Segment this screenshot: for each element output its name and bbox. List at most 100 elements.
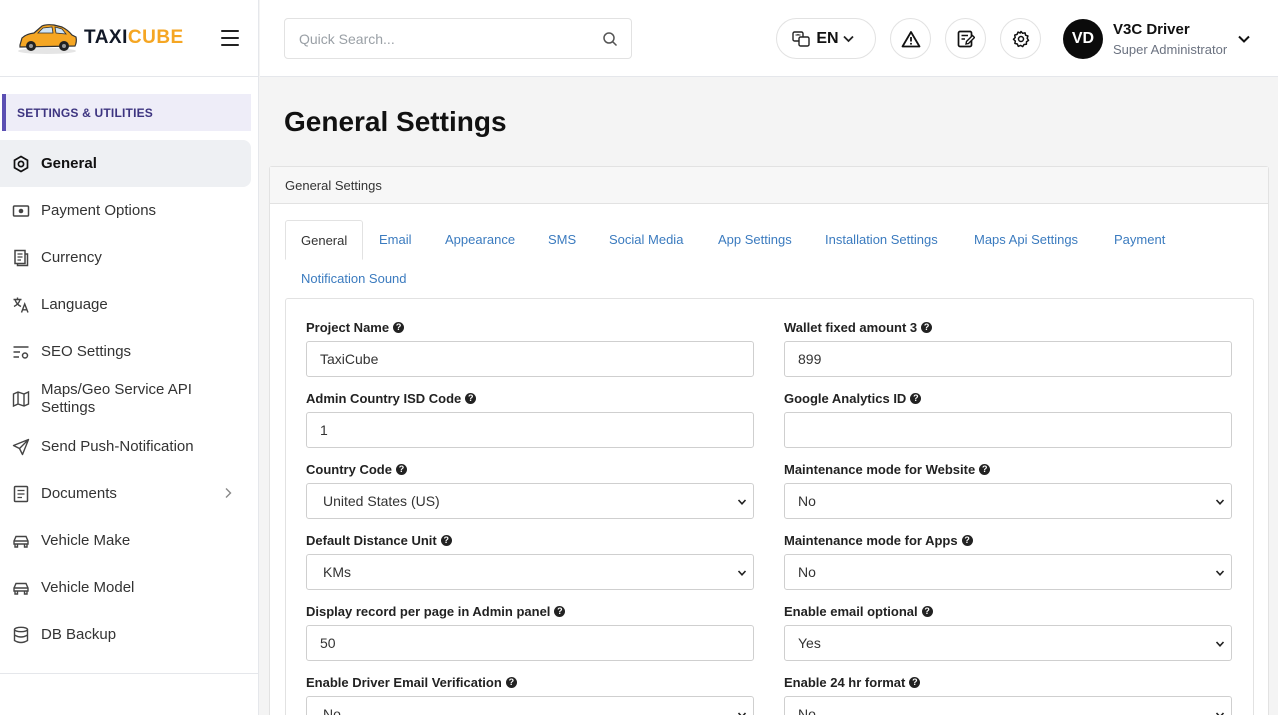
wallet-amount-input[interactable]: 899: [784, 341, 1232, 377]
help-icon[interactable]: ?: [910, 392, 922, 404]
database-icon: [13, 626, 29, 643]
tab-app-settings[interactable]: App Settings: [718, 232, 792, 247]
brand-part-2: CUBE: [127, 27, 184, 48]
field-driver-email-verification: Enable Driver Email Verification? No: [306, 674, 754, 715]
avatar[interactable]: VD: [1063, 19, 1103, 59]
sidebar-item-vehicle-model[interactable]: Vehicle Model: [0, 564, 251, 611]
translate-icon: [792, 30, 811, 47]
edit-note-icon: [957, 30, 975, 47]
chevron-down-icon: [842, 35, 854, 42]
help-icon[interactable]: ?: [909, 676, 921, 688]
sidebar-item-label: Vehicle Model: [41, 578, 135, 596]
help-icon[interactable]: ?: [465, 392, 477, 404]
sidebar: TAXICUBE SETTINGS & UTILITIES General Pa…: [0, 0, 259, 715]
car-icon: [13, 535, 29, 548]
tab-sms[interactable]: SMS: [548, 232, 576, 247]
quick-search: [284, 18, 632, 59]
sidebar-item-maps-geo-api[interactable]: Maps/Geo Service API Settings: [0, 375, 251, 423]
sidebar-item-general[interactable]: General: [0, 140, 251, 187]
tab-notification-sound[interactable]: Notification Sound: [301, 271, 407, 286]
sidebar-item-label: General: [41, 154, 97, 172]
records-per-page-input[interactable]: 50: [306, 625, 754, 661]
translate-icon: [13, 297, 29, 313]
project-name-input[interactable]: TaxiCube: [306, 341, 754, 377]
field-project-name: Project Name? TaxiCube: [306, 319, 754, 377]
google-analytics-input[interactable]: [784, 412, 1232, 448]
tab-appearance[interactable]: Appearance: [445, 232, 515, 247]
select-value: No: [798, 493, 816, 509]
select-value: No: [323, 706, 341, 715]
help-icon[interactable]: ?: [505, 676, 517, 688]
help-icon[interactable]: ?: [961, 534, 973, 546]
field-maintenance-website: Maintenance mode for Website? No: [784, 461, 1232, 519]
help-icon[interactable]: ?: [395, 463, 407, 475]
sidebar-menu: General Payment Options Currency Languag…: [0, 140, 258, 658]
help-icon[interactable]: ?: [921, 605, 933, 617]
sidebar-item-db-backup[interactable]: DB Backup: [0, 611, 251, 658]
sidebar-item-documents[interactable]: Documents: [0, 470, 251, 517]
field-label-text: Enable Driver Email Verification: [306, 674, 502, 690]
maintenance-apps-select[interactable]: No: [784, 554, 1232, 590]
help-icon[interactable]: ?: [921, 321, 933, 333]
top-header: EN VD V3C Driver Super Administrator: [260, 0, 1278, 77]
field-label-text: Country Code: [306, 461, 392, 477]
tab-installation-settings[interactable]: Installation Settings: [825, 232, 938, 247]
select-value: United States (US): [323, 493, 440, 509]
user-role: Super Administrator: [1113, 42, 1228, 57]
notes-button[interactable]: [945, 18, 986, 59]
tab-social-media[interactable]: Social Media: [609, 232, 683, 247]
sidebar-item-seo-settings[interactable]: SEO Settings: [0, 328, 251, 375]
sidebar-item-label: Language: [41, 295, 108, 313]
alerts-button[interactable]: [890, 18, 931, 59]
field-country-code: Country Code? United States (US): [306, 461, 754, 519]
chevron-down-icon: [737, 570, 747, 576]
chevron-right-icon: [225, 488, 232, 498]
help-icon[interactable]: ?: [554, 605, 566, 617]
sidebar-item-label: Send Push-Notification: [41, 437, 194, 455]
sidebar-item-currency[interactable]: Currency: [0, 234, 251, 281]
country-code-select[interactable]: United States (US): [306, 483, 754, 519]
field-label: Country Code?: [306, 461, 754, 477]
menu-toggle-icon[interactable]: [221, 30, 239, 46]
receipt-icon: [14, 249, 29, 266]
field-label: Enable 24 hr format?: [784, 674, 1232, 690]
sidebar-item-payment-options[interactable]: Payment Options: [0, 187, 251, 234]
sidebar-item-vehicle-make[interactable]: Vehicle Make: [0, 517, 251, 564]
language-selector-button[interactable]: EN: [776, 18, 876, 59]
search-icon[interactable]: [602, 31, 618, 47]
user-name[interactable]: V3C Driver: [1113, 21, 1190, 38]
help-icon[interactable]: ?: [979, 463, 991, 475]
driver-email-verification-select[interactable]: No: [306, 696, 754, 715]
field-default-distance-unit: Default Distance Unit? KMs: [306, 532, 754, 590]
email-optional-select[interactable]: Yes: [784, 625, 1232, 661]
tab-maps-api-settings[interactable]: Maps Api Settings: [974, 232, 1078, 247]
sidebar-item-label: Maps/Geo Service API Settings: [41, 381, 192, 416]
sidebar-item-send-push-notification[interactable]: Send Push-Notification: [0, 423, 251, 470]
brand-part-1: TAXI: [84, 27, 128, 48]
search-input[interactable]: [285, 19, 585, 58]
field-label: Maintenance mode for Website?: [784, 461, 1232, 477]
chevron-down-icon[interactable]: [1237, 33, 1251, 45]
help-icon[interactable]: ?: [440, 534, 452, 546]
distance-unit-select[interactable]: KMs: [306, 554, 754, 590]
maintenance-website-select[interactable]: No: [784, 483, 1232, 519]
tab-general[interactable]: General: [285, 220, 364, 260]
settings-button[interactable]: [1000, 18, 1041, 59]
sidebar-item-language[interactable]: Language: [0, 281, 251, 328]
field-records-per-page: Display record per page in Admin panel? …: [306, 603, 754, 661]
chevron-down-icon: [737, 499, 747, 505]
sidebar-item-label: DB Backup: [41, 625, 117, 643]
chevron-down-icon: [737, 712, 747, 715]
tab-payment[interactable]: Payment: [1114, 232, 1165, 247]
help-icon[interactable]: ?: [393, 321, 405, 333]
24hr-format-select[interactable]: No: [784, 696, 1232, 715]
field-label-text: Google Analytics ID: [784, 390, 907, 406]
select-value: No: [798, 706, 816, 715]
tab-email[interactable]: Email: [379, 232, 412, 247]
map-icon: [12, 390, 30, 408]
chevron-down-icon: [1215, 499, 1225, 505]
settings-form: Project Name? TaxiCube Admin Country ISD…: [285, 298, 1254, 715]
brand-name: TAXICUBE: [84, 27, 184, 49]
field-label: Wallet fixed amount 3?: [784, 319, 1232, 335]
admin-isd-code-input[interactable]: 1: [306, 412, 754, 448]
